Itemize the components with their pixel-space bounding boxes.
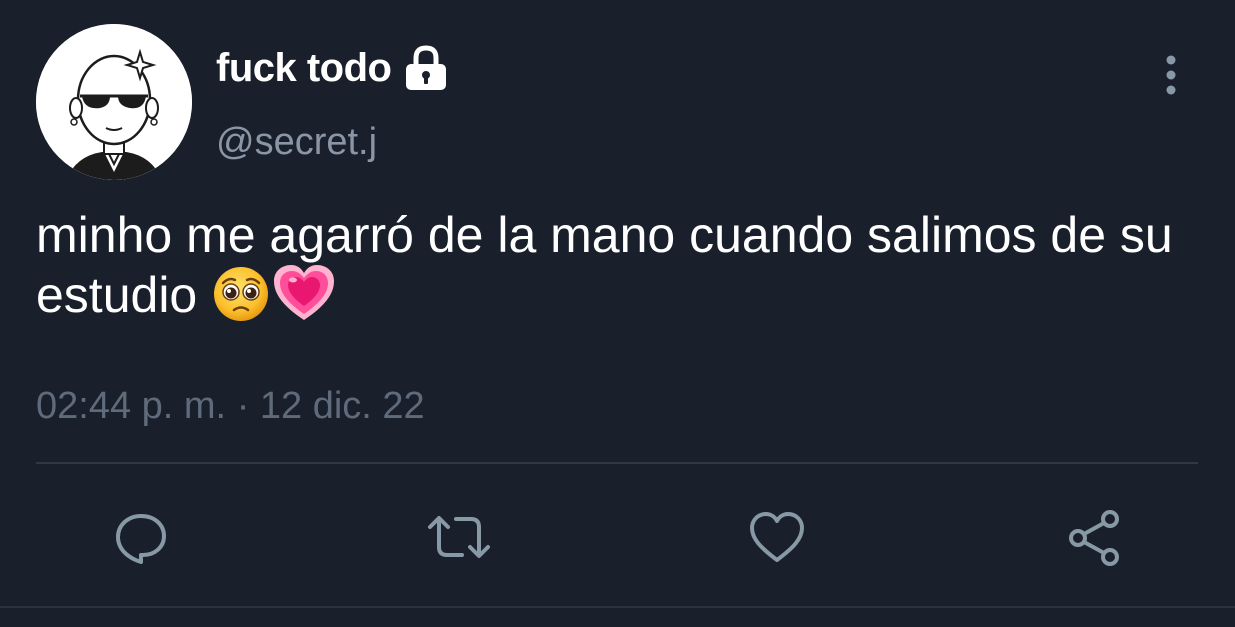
meta-separator: ·: [236, 385, 250, 427]
reply-icon: [116, 514, 166, 564]
tweet-text: minho me agarró de la mano cuando salimo…: [36, 206, 1196, 324]
display-name-text[interactable]: fuck todo: [216, 44, 392, 92]
user-handle[interactable]: @secret.j: [216, 118, 377, 166]
more-options-button[interactable]: [1150, 54, 1192, 96]
avatar-image: [36, 24, 192, 180]
more-vertical-icon: [1166, 55, 1176, 95]
display-name[interactable]: fuck todo: [216, 44, 449, 92]
growing-heart-icon: [273, 264, 335, 322]
avatar[interactable]: [36, 24, 192, 180]
reply-button[interactable]: [108, 504, 174, 570]
like-icon: [750, 512, 804, 562]
retweet-icon: [428, 516, 490, 558]
share-icon: [1069, 510, 1119, 566]
bottom-divider: [0, 606, 1235, 608]
tweet-date: 12 dic. 22: [259, 385, 425, 427]
pleading-face-icon: [211, 264, 273, 322]
lock-icon: [403, 44, 449, 92]
retweet-button[interactable]: [426, 504, 492, 570]
tweet-time: 02:44 p. m.: [36, 385, 227, 427]
share-button[interactable]: [1062, 504, 1128, 570]
tweet-timestamp[interactable]: 02:44 p. m. · 12 dic. 22: [36, 378, 425, 434]
like-button[interactable]: [744, 504, 810, 570]
divider: [36, 462, 1198, 464]
tweet-text-content: minho me agarró de la mano cuando salimo…: [36, 207, 1173, 323]
